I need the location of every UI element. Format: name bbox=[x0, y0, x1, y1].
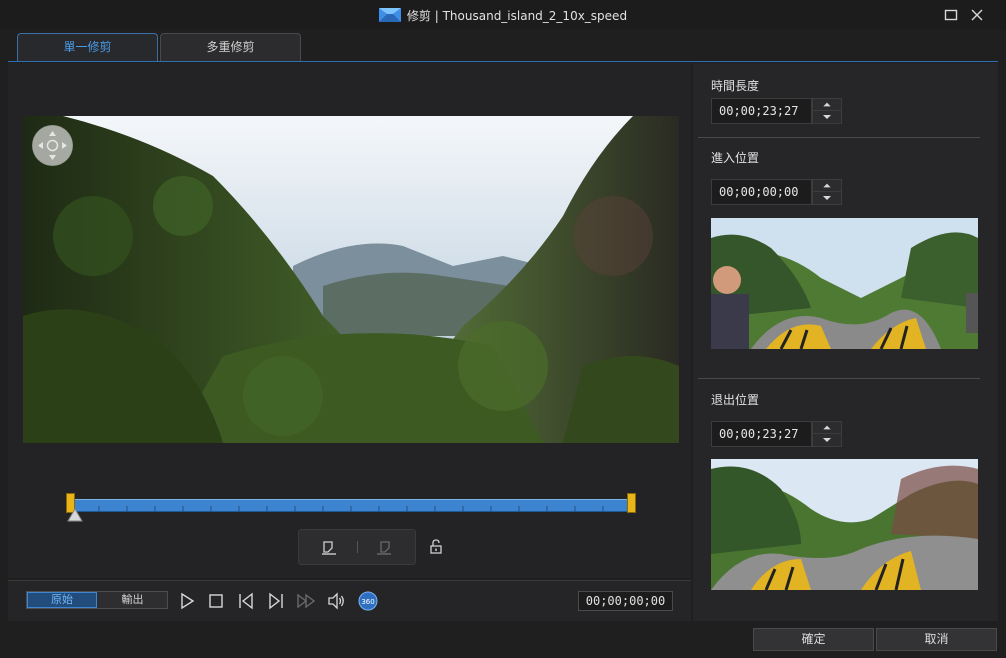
duration-increase-icon[interactable] bbox=[813, 99, 841, 111]
timeline-ticks bbox=[98, 506, 604, 512]
ok-button[interactable]: 確定 bbox=[753, 628, 874, 651]
mark-in-thumbnail bbox=[711, 218, 978, 349]
duration-label: 時間長度 bbox=[711, 79, 760, 93]
mark-in-field[interactable]: 00;00;00;00 bbox=[711, 179, 812, 205]
video-preview bbox=[23, 116, 679, 443]
navigate-360-icon[interactable] bbox=[32, 125, 73, 166]
mark-in-increase-icon[interactable] bbox=[813, 180, 841, 192]
maximize-icon[interactable] bbox=[944, 8, 958, 22]
original-output-toggle: 原始 輸出 bbox=[26, 591, 168, 609]
close-icon[interactable] bbox=[970, 8, 984, 22]
duration-decrease-icon[interactable] bbox=[813, 111, 841, 123]
fast-forward-icon[interactable] bbox=[296, 591, 316, 611]
set-mark-in-icon[interactable] bbox=[318, 537, 340, 557]
window-title-wrap: 修剪 | Thousand_island_2_10x_speed bbox=[0, 7, 1006, 24]
section-divider bbox=[698, 137, 980, 138]
view-360-icon[interactable]: 360 bbox=[358, 591, 378, 611]
mark-out-decrease-icon[interactable] bbox=[813, 434, 841, 446]
app-logo-icon bbox=[378, 8, 401, 22]
original-button[interactable]: 原始 bbox=[27, 592, 97, 608]
mark-in-spinner bbox=[812, 179, 842, 205]
set-mark-out-icon[interactable] bbox=[373, 537, 395, 557]
volume-icon[interactable] bbox=[326, 591, 346, 611]
mark-out-spinner bbox=[812, 421, 842, 447]
output-button[interactable]: 輸出 bbox=[98, 592, 167, 608]
title-bar: 修剪 | Thousand_island_2_10x_speed bbox=[0, 0, 1006, 30]
mark-out-increase-icon[interactable] bbox=[813, 422, 841, 434]
mark-out-thumbnail bbox=[711, 459, 978, 590]
mark-in-decrease-icon[interactable] bbox=[813, 192, 841, 204]
window-title: 修剪 | Thousand_island_2_10x_speed bbox=[406, 9, 628, 23]
unlock-icon[interactable] bbox=[429, 539, 443, 555]
duration-spinner bbox=[812, 98, 842, 124]
tab-underline bbox=[8, 61, 998, 62]
play-icon[interactable] bbox=[177, 591, 197, 611]
stop-icon[interactable] bbox=[206, 591, 226, 611]
next-frame-icon[interactable] bbox=[266, 591, 286, 611]
cancel-button[interactable]: 取消 bbox=[876, 628, 997, 651]
mark-in-label: 進入位置 bbox=[711, 151, 760, 165]
tab-single-trim[interactable]: 單一修剪 bbox=[17, 33, 158, 62]
previous-frame-icon[interactable] bbox=[236, 591, 256, 611]
section-divider bbox=[698, 378, 980, 379]
tab-multi-trim[interactable]: 多重修剪 bbox=[160, 33, 301, 62]
mark-out-handle[interactable] bbox=[627, 493, 636, 513]
view-360-label: 360 bbox=[361, 598, 374, 606]
mark-out-label: 退出位置 bbox=[711, 393, 760, 407]
mark-out-field[interactable]: 00;00;23;27 bbox=[711, 421, 812, 447]
preview-timecode[interactable]: 00;00;00;00 bbox=[578, 591, 673, 611]
playhead-handle[interactable] bbox=[67, 508, 83, 522]
duration-field[interactable]: 00;00;23;27 bbox=[711, 98, 812, 124]
mark-separator bbox=[357, 541, 358, 553]
